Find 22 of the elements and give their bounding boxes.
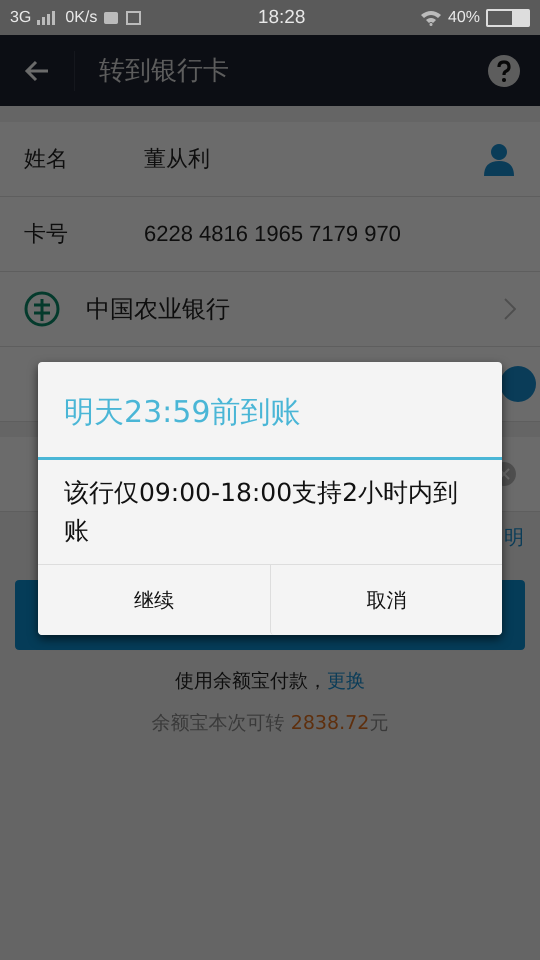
field-value: 董从利: [144, 145, 211, 173]
bank-logo-icon: [24, 291, 60, 327]
page-title: 转到银行卡: [99, 55, 230, 88]
network-speed: 0K/s: [65, 8, 98, 26]
field-label: 姓名: [24, 146, 69, 174]
dialog-title: 明天23:59前到账: [63, 394, 302, 432]
dialog-button[interactable]: 继续: [38, 565, 270, 635]
status-time: 18:28: [258, 6, 306, 28]
wifi-icon: [420, 10, 442, 26]
help-link[interactable]: 明: [504, 524, 524, 550]
battery-icon: [486, 8, 530, 26]
person-icon[interactable]: [482, 142, 516, 176]
dialog-message: 该行仅09:00-18:00支持2小时内到账: [63, 477, 460, 547]
field-value: 6228 4816 1965 7179 970: [144, 221, 402, 247]
network-type: 3G: [10, 8, 32, 26]
payment-method-text: 使用余额宝付款，: [175, 670, 327, 692]
change-link[interactable]: 更换: [327, 670, 365, 692]
dialog-button[interactable]: 取消: [270, 565, 502, 635]
back-arrow-icon[interactable]: [24, 60, 50, 82]
battery-percent: 40%: [448, 8, 480, 26]
field-label: 卡号: [24, 221, 69, 249]
help-icon[interactable]: [488, 54, 520, 86]
